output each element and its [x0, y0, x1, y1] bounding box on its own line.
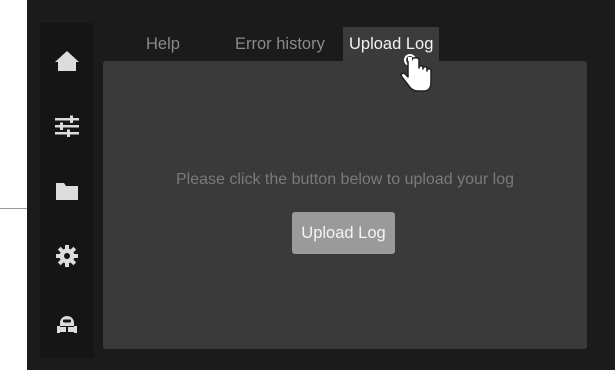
- hand-cursor-icon: [398, 48, 434, 101]
- tab-help[interactable]: Help: [146, 27, 180, 61]
- sliders-icon: [55, 115, 79, 137]
- upload-instructions: Please click the button below to upload …: [176, 171, 514, 188]
- tab-error-history[interactable]: Error history: [235, 27, 325, 61]
- sidebar-item-files[interactable]: [40, 171, 94, 211]
- sidebar-item-settings[interactable]: [40, 236, 94, 276]
- sidebar-item-home[interactable]: [40, 41, 94, 81]
- sidebar-item-assistant[interactable]: [40, 303, 94, 343]
- gear-icon: [56, 245, 78, 267]
- upload-log-panel: Please click the button below to upload …: [103, 61, 587, 349]
- sidebar: [40, 23, 94, 358]
- robot-icon: [57, 316, 77, 333]
- upload-log-button[interactable]: Upload Log: [292, 212, 395, 254]
- home-icon: [55, 51, 79, 71]
- sidebar-item-settings-adjust[interactable]: [40, 106, 94, 146]
- folder-icon: [56, 183, 78, 200]
